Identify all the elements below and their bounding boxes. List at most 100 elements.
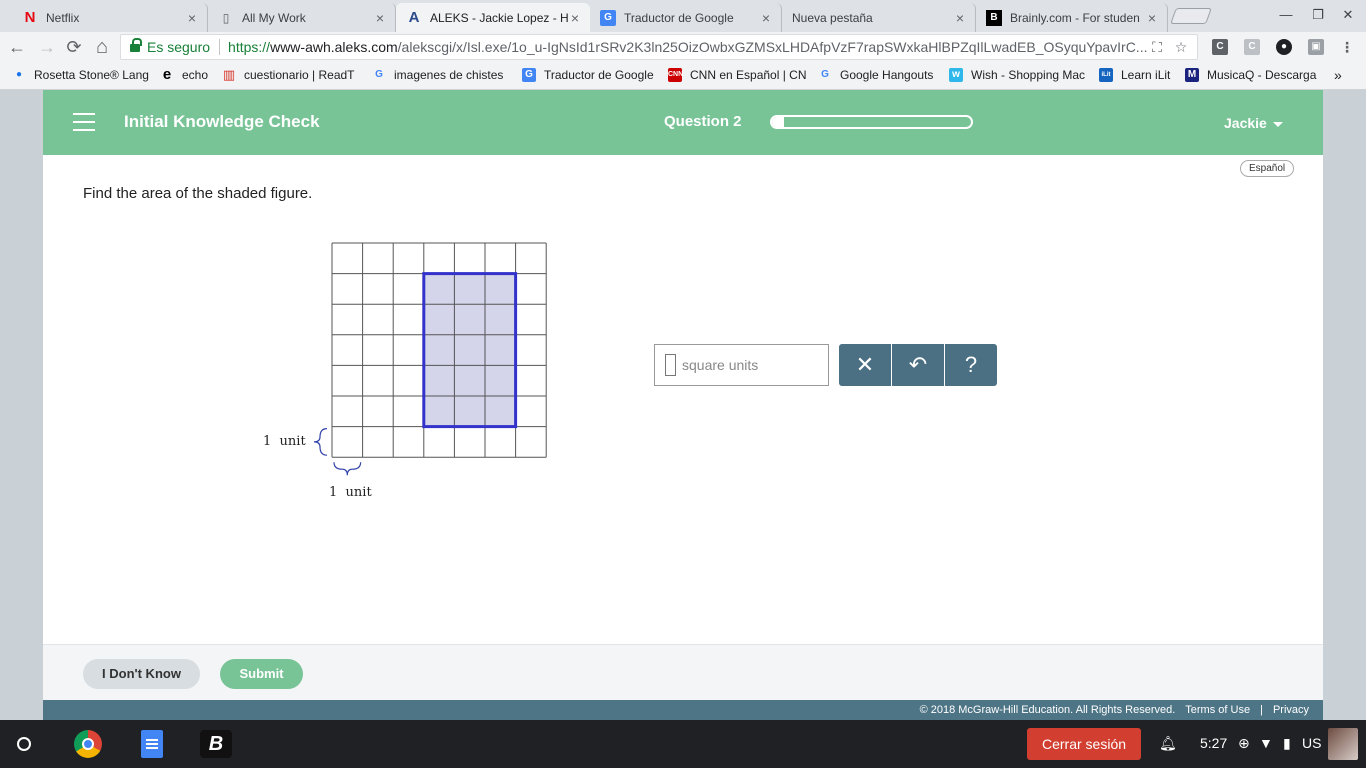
restore-icon[interactable]: ❐ — [1309, 7, 1327, 23]
assessment-title: Initial Knowledge Check — [124, 112, 320, 131]
tab-all-my-work[interactable]: ▯ All My Work × — [208, 3, 396, 32]
caret-down-icon — [1272, 121, 1283, 127]
close-tab-icon[interactable]: × — [185, 10, 199, 26]
bookmark-echo[interactable]: e echo — [160, 68, 214, 82]
bookmark-label: Learn iLit — [1121, 68, 1171, 82]
close-tab-icon[interactable]: × — [568, 10, 582, 26]
action-footer: I Don't Know Submit — [43, 644, 1323, 700]
google-icon: G — [821, 69, 829, 80]
answer-tools: ✕ ↶ ? — [839, 344, 997, 386]
extension-cast-icon[interactable]: ▣ — [1308, 39, 1324, 55]
url-path: /alekscgi/x/Isl.exe/1o_u-IgNsId1rSRv2K3l… — [397, 39, 1148, 55]
update-icon[interactable]: ⊕ — [1238, 735, 1250, 752]
user-avatar[interactable] — [1328, 728, 1358, 760]
bookmark-musicaq[interactable]: M MusicaQ - Descarga — [1185, 68, 1321, 82]
google-icon: G — [375, 69, 383, 80]
tab-label: All My Work — [242, 10, 306, 25]
extension-c-gray-icon[interactable]: C — [1244, 39, 1260, 55]
new-tab-button[interactable] — [1170, 8, 1212, 24]
notification-bell-icon[interactable]: 🔔︎ — [1159, 735, 1177, 752]
terms-link[interactable]: Terms of Use — [1185, 704, 1250, 716]
bookmark-label: echo — [182, 68, 209, 82]
chrome-icon[interactable] — [74, 730, 102, 758]
bookmark-label: Traductor de Google — [544, 68, 654, 82]
bookmark-google-hangouts[interactable]: G Google Hangouts — [818, 68, 944, 82]
url-scheme: https:// — [228, 39, 271, 55]
reload-icon[interactable]: ⟳ — [63, 36, 85, 58]
clear-icon[interactable]: ✕ — [839, 344, 891, 386]
google-docs-icon[interactable] — [141, 730, 163, 758]
answer-unit-label: square units — [682, 357, 759, 373]
aleks-header: Initial Knowledge Check Question 2 Jacki… — [43, 90, 1323, 155]
espanol-button[interactable]: Español — [1240, 160, 1295, 177]
help-icon[interactable]: ? — [945, 344, 997, 386]
minimize-icon[interactable]: — — [1277, 7, 1295, 22]
input-locale[interactable]: US — [1302, 735, 1321, 751]
address-bar[interactable]: Es seguro https://www-awh.aleks.com/alek… — [120, 34, 1198, 60]
dont-know-button[interactable]: I Don't Know — [83, 659, 200, 689]
tab-label: Nueva pestaña — [792, 10, 873, 25]
translate-page-icon[interactable]: ⛶ — [1149, 39, 1165, 55]
unit-brace-left — [313, 428, 328, 456]
progress-fill — [772, 117, 784, 127]
back-icon[interactable]: ← — [6, 36, 28, 58]
bookmark-imagenes-de-chistes[interactable]: G imagenes de chistes — [372, 68, 510, 82]
close-tab-icon[interactable]: × — [373, 10, 387, 26]
privacy-link[interactable]: Privacy — [1273, 704, 1309, 716]
bookmark-traductor[interactable]: G Traductor de Google — [522, 68, 660, 82]
bookmark-label: Google Hangouts — [840, 68, 934, 82]
aleks-icon: A — [408, 9, 420, 26]
bookmark-wish[interactable]: w Wish - Shopping Mac — [949, 68, 1087, 82]
clock[interactable]: 5:27 — [1200, 735, 1227, 751]
bookmark-rosetta-stone[interactable]: ● Rosetta Stone® Lang — [12, 68, 150, 82]
cnn-icon: CNN — [668, 68, 683, 82]
menu-dots-icon[interactable]: ⋮ — [1339, 39, 1355, 55]
url-host: www-awh.aleks.com — [270, 39, 398, 55]
question-prompt: Find the area of the shaded figure. — [83, 185, 313, 202]
user-menu[interactable]: Jackie — [1224, 115, 1283, 131]
submit-button[interactable]: Submit — [220, 659, 303, 689]
close-tab-icon[interactable]: × — [953, 10, 967, 26]
echo-icon: e — [162, 68, 172, 82]
wifi-icon[interactable]: ▼ — [1259, 735, 1273, 751]
hamburger-menu-icon[interactable] — [73, 113, 95, 131]
wish-icon: w — [949, 68, 963, 82]
brainly-icon: B — [986, 9, 1002, 26]
answer-entry-box[interactable] — [665, 354, 676, 376]
home-icon[interactable]: ⌂ — [91, 36, 113, 58]
unit-label-left: 1 unit — [263, 434, 306, 449]
bookmarks-bar: ● Rosetta Stone® Lang e echo ▥ cuestiona… — [0, 62, 1366, 90]
launcher-icon[interactable] — [17, 737, 31, 751]
lock-icon — [130, 37, 142, 53]
extension-c-icon[interactable]: C — [1212, 39, 1228, 55]
extension-avatar-icon[interactable]: ● — [1276, 39, 1292, 55]
close-window-icon[interactable]: ✕ — [1339, 7, 1357, 23]
more-bookmarks-icon[interactable]: » — [1334, 67, 1342, 83]
bookmark-label: CNN en Español | CN — [690, 68, 806, 82]
tab-aleks[interactable]: A ALEKS - Jackie Lopez - H × — [396, 3, 590, 32]
aleks-page: Initial Knowledge Check Question 2 Jacki… — [43, 90, 1323, 720]
logout-button[interactable]: Cerrar sesión — [1027, 728, 1141, 760]
shaded-fill — [423, 273, 516, 427]
tab-new-tab[interactable]: Nueva pestaña × — [782, 3, 976, 32]
unit-brace-bottom — [333, 462, 362, 476]
bookmark-label: cuestionario | ReadT — [244, 68, 355, 82]
musicaq-icon: M — [1185, 68, 1199, 82]
divider — [219, 39, 221, 55]
bookmark-learn-ilit[interactable]: iLit Learn iLit — [1099, 68, 1175, 82]
forward-icon[interactable]: → — [36, 36, 58, 58]
tab-brainly[interactable]: B Brainly.com - For studen × — [976, 3, 1168, 32]
answer-input[interactable]: square units — [654, 344, 829, 386]
close-tab-icon[interactable]: × — [1145, 10, 1159, 26]
bookmark-star-icon[interactable]: ☆ — [1173, 39, 1189, 55]
battery-icon[interactable]: ▮ — [1283, 735, 1291, 752]
bookmark-readtheory[interactable]: ▥ cuestionario | ReadT — [222, 68, 360, 82]
url-text[interactable]: https://www-awh.aleks.com/alekscgi/x/Isl… — [228, 39, 1149, 55]
brainly-app-icon[interactable]: B — [200, 730, 232, 758]
undo-icon[interactable]: ↶ — [892, 344, 944, 386]
rosetta-stone-icon: ● — [15, 69, 23, 80]
tab-netflix[interactable]: N Netflix × — [12, 3, 208, 32]
close-tab-icon[interactable]: × — [759, 10, 773, 26]
tab-google-translate[interactable]: G Traductor de Google × — [590, 3, 782, 32]
bookmark-cnn[interactable]: CNN CNN en Español | CN — [668, 68, 806, 82]
